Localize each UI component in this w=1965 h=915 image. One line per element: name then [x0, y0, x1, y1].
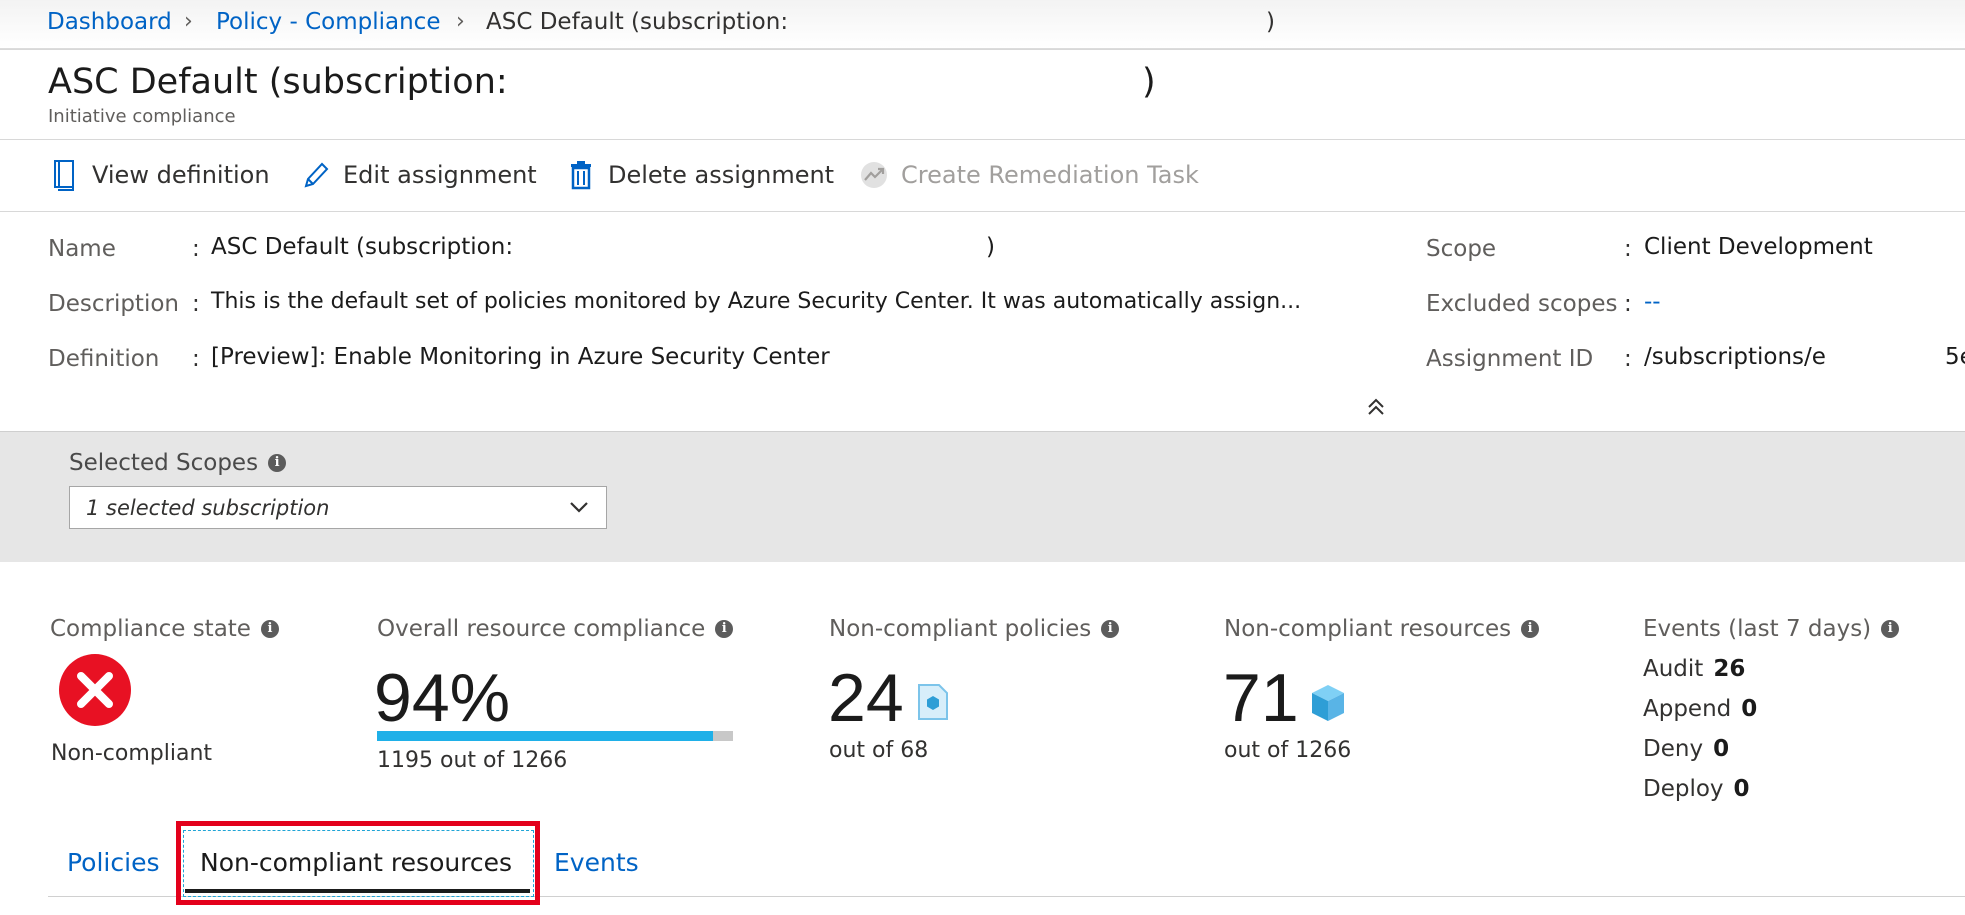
- name-value-tail: ): [986, 234, 995, 260]
- breadcrumb-policy-compliance-link[interactable]: Policy - Compliance: [216, 9, 440, 35]
- event-count: 0: [1741, 696, 1758, 722]
- info-icon[interactable]: i: [268, 454, 287, 472]
- event-count: 0: [1713, 736, 1730, 762]
- description-value: This is the default set of policies moni…: [211, 289, 1302, 314]
- info-icon[interactable]: i: [715, 620, 734, 638]
- resource-cube-icon: [1310, 683, 1346, 727]
- divider: [0, 211, 1965, 212]
- name-value: ASC Default (subscription:: [211, 234, 514, 260]
- events-label: Events (last 7 days) i: [1643, 616, 1900, 642]
- policy-document-icon: [917, 683, 949, 725]
- error-icon: [58, 653, 132, 731]
- event-name: Audit: [1643, 656, 1704, 682]
- breadcrumb-separator-icon: ›: [184, 9, 193, 34]
- page-subtitle: Initiative compliance: [48, 106, 236, 127]
- breadcrumb-separator-icon: ›: [456, 9, 465, 34]
- scope-dropdown-value: 1 selected subscription: [86, 495, 330, 520]
- excluded-scopes-label: Excluded scopes: [1426, 291, 1618, 317]
- definition-label: Definition: [48, 346, 160, 372]
- delete-assignment-button[interactable]: Delete assignment: [566, 158, 834, 192]
- view-definition-label: View definition: [92, 161, 270, 189]
- compliance-progress-bar: [377, 731, 733, 741]
- breadcrumb-dashboard-link[interactable]: Dashboard: [47, 9, 172, 35]
- separator: :: [192, 346, 200, 372]
- description-label: Description: [48, 291, 179, 317]
- excluded-scopes-link[interactable]: --: [1644, 289, 1661, 315]
- overall-compliance-label: Overall resource compliance i: [377, 616, 734, 642]
- info-icon[interactable]: i: [1881, 620, 1900, 638]
- separator: :: [1624, 236, 1632, 262]
- compliance-state-value: Non-compliant: [51, 741, 213, 766]
- document-icon: [50, 158, 80, 192]
- remediation-icon: [859, 158, 889, 192]
- edit-assignment-button[interactable]: Edit assignment: [301, 158, 537, 192]
- chevron-down-icon: [568, 496, 590, 523]
- trash-icon: [566, 158, 596, 192]
- highlight-box: [176, 821, 540, 905]
- pencil-icon: [301, 158, 331, 192]
- separator: :: [192, 291, 200, 317]
- event-name: Deploy: [1643, 776, 1724, 802]
- overall-compliance-count: 1195 out of 1266: [377, 748, 568, 773]
- tab-policies[interactable]: Policies: [67, 848, 159, 877]
- separator: :: [1624, 346, 1632, 372]
- divider: [0, 139, 1965, 140]
- non-compliant-policies-text: Non-compliant policies: [829, 616, 1092, 642]
- overall-compliance-text: Overall resource compliance: [377, 616, 706, 642]
- separator: :: [1624, 291, 1632, 317]
- page-title-text: ASC Default (subscription:: [48, 62, 508, 102]
- info-icon[interactable]: i: [1521, 620, 1540, 638]
- page-title-tail: ): [1142, 62, 1156, 102]
- non-compliant-resources-total: out of 1266: [1224, 738, 1352, 763]
- event-count: 0: [1733, 776, 1750, 802]
- breadcrumb-current: ASC Default (subscription:: [486, 9, 789, 35]
- scope-dropdown[interactable]: 1 selected subscription: [69, 486, 607, 529]
- assignment-id-tail: 5e: [1945, 344, 1965, 370]
- assignment-id-value: /subscriptions/e: [1644, 344, 1826, 370]
- view-definition-button[interactable]: View definition: [50, 158, 270, 192]
- event-name: Deny: [1643, 736, 1704, 762]
- create-remediation-task-button[interactable]: Create Remediation Task: [859, 158, 1199, 192]
- name-label: Name: [48, 236, 116, 262]
- separator: :: [192, 236, 200, 262]
- event-row-audit: Audit 26: [1643, 656, 1745, 682]
- page-title: ASC Default (subscription:: [48, 62, 508, 102]
- event-row-deny: Deny 0: [1643, 736, 1729, 762]
- event-row-append: Append 0: [1643, 696, 1757, 722]
- collapse-chevron-icon[interactable]: [1366, 396, 1386, 422]
- non-compliant-policies-value: 24: [828, 660, 904, 736]
- divider: [0, 49, 1965, 50]
- scope-value: Client Development: [1644, 234, 1873, 260]
- non-compliant-resources-label: Non-compliant resources i: [1224, 616, 1540, 642]
- non-compliant-resources-value: 71: [1223, 660, 1299, 736]
- delete-assignment-label: Delete assignment: [608, 161, 835, 189]
- compliance-progress-fill: [377, 731, 714, 741]
- compliance-state-text: Compliance state: [50, 616, 251, 642]
- edit-assignment-label: Edit assignment: [343, 161, 537, 189]
- non-compliant-policies-total: out of 68: [829, 738, 929, 763]
- non-compliant-policies-label: Non-compliant policies i: [829, 616, 1120, 642]
- event-count: 26: [1713, 656, 1746, 682]
- scope-label: Scope: [1426, 236, 1497, 262]
- selected-scopes-text: Selected Scopes: [69, 450, 259, 476]
- breadcrumb-current-tail: ): [1266, 9, 1275, 35]
- event-name: Append: [1643, 696, 1732, 722]
- events-text: Events (last 7 days): [1643, 616, 1872, 642]
- create-remediation-label: Create Remediation Task: [901, 161, 1199, 189]
- compliance-state-label: Compliance state i: [50, 616, 279, 642]
- event-row-deploy: Deploy 0: [1643, 776, 1750, 802]
- info-icon[interactable]: i: [260, 620, 279, 638]
- selected-scopes-label: Selected Scopes i: [69, 450, 287, 476]
- tab-events[interactable]: Events: [554, 848, 639, 877]
- overall-compliance-value: 94%: [374, 660, 511, 736]
- definition-value[interactable]: [Preview]: Enable Monitoring in Azure Se…: [211, 344, 830, 370]
- info-icon[interactable]: i: [1101, 620, 1120, 638]
- non-compliant-resources-text: Non-compliant resources: [1224, 616, 1512, 642]
- assignment-id-label: Assignment ID: [1426, 346, 1594, 372]
